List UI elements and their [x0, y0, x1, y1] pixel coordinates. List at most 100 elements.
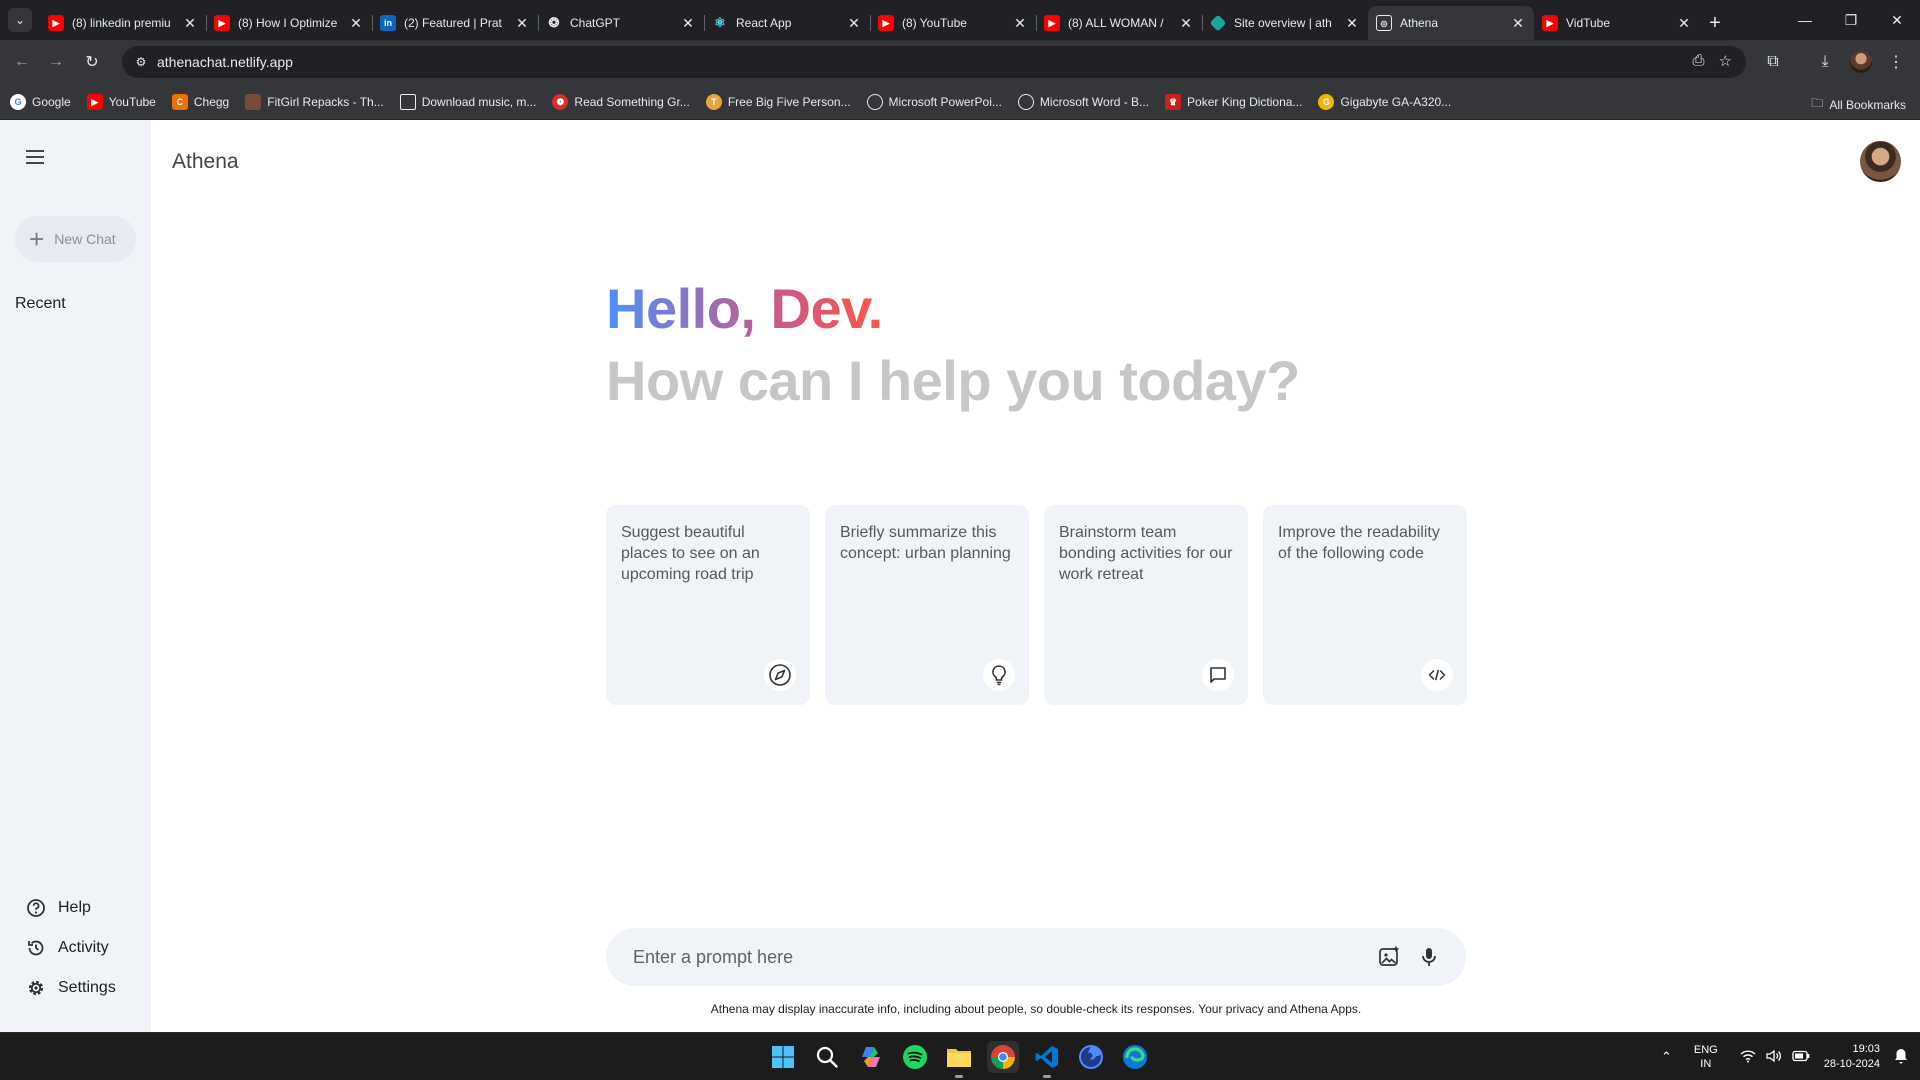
window-controls: — ❐ ✕ — [1782, 0, 1920, 40]
os-taskbar: ⌃ ENG IN 19:03 28-10-2024 — [0, 1032, 1920, 1080]
bookmark-powerpoint[interactable]: Microsoft PowerPoi... — [866, 94, 1002, 110]
bookmark-read-something[interactable]: ❁ Read Something Gr... — [552, 94, 690, 110]
close-tab-icon[interactable]: ✕ — [348, 15, 364, 32]
battery-icon[interactable] — [1792, 1050, 1810, 1065]
address-bar[interactable]: ⚙ athenachat.netlify.app ⎙ ☆ — [122, 46, 1746, 78]
browser-tab[interactable]: ▶ VidTube ✕ — [1534, 6, 1700, 40]
youtube-icon: ▶ — [214, 15, 230, 31]
folder-icon: 🗀 — [1811, 96, 1824, 110]
greeting: Hello, Dev. — [606, 277, 883, 340]
gigabyte-icon: G — [1318, 94, 1335, 110]
bookmark-poker-king[interactable]: ♛ Poker King Dictiona... — [1165, 94, 1302, 110]
bookmark-chegg[interactable]: C Chegg — [171, 94, 229, 110]
close-tab-icon[interactable]: ✕ — [680, 15, 696, 32]
menu-icon[interactable] — [22, 144, 48, 170]
edge-icon[interactable] — [1119, 1041, 1151, 1073]
microphone-icon[interactable] — [1416, 944, 1442, 970]
copilot-icon[interactable] — [855, 1041, 887, 1073]
bookmarks-bar: G Google ▶ YouTube C Chegg FitGirl Repacks … — [0, 84, 1920, 120]
profile-avatar[interactable] — [1850, 51, 1872, 73]
image-upload-icon[interactable] — [1376, 944, 1402, 970]
user-avatar[interactable] — [1860, 141, 1901, 182]
sidebar-item-help[interactable]: Help — [26, 896, 116, 920]
browser-tab-active[interactable]: ◎ Athena ✕ — [1368, 6, 1534, 40]
vscode-icon[interactable] — [1031, 1041, 1063, 1078]
browser-tab[interactable]: ▶ (8) ALL WOMAN / ✕ — [1036, 6, 1202, 40]
settings-icon — [28, 980, 44, 996]
spotify-icon[interactable] — [899, 1041, 931, 1073]
bookmark-google[interactable]: G Google — [10, 94, 71, 110]
new-chat-button[interactable]: + New Chat — [15, 216, 136, 262]
downloads-icon[interactable]: ⤓ — [1813, 50, 1837, 74]
restore-icon[interactable]: ❐ — [1828, 0, 1874, 40]
all-bookmarks-button[interactable]: 🗀 All Bookmarks — [1811, 94, 1906, 115]
youtube-icon: ▶ — [1044, 15, 1060, 31]
search-icon[interactable] — [811, 1041, 843, 1073]
message-icon — [1202, 659, 1234, 691]
chevron-up-icon[interactable]: ⌃ — [1661, 1049, 1672, 1065]
bookmark-star-icon[interactable]: ☆ — [1719, 52, 1732, 70]
reload-icon[interactable]: ↻ — [80, 50, 104, 74]
athena-page: + New Chat Recent Help Activity Settings… — [0, 120, 1920, 1032]
browser-tab[interactable]: ▶ (8) linkedin premiu ✕ — [40, 6, 206, 40]
extensions-icon[interactable]: ⧉ — [1761, 50, 1785, 74]
firefox-icon[interactable] — [1075, 1041, 1107, 1073]
browser-tab[interactable]: ❂ ChatGPT ✕ — [538, 6, 704, 40]
site-info-icon[interactable]: ⚙ — [132, 53, 150, 71]
start-icon[interactable] — [767, 1041, 799, 1073]
browser-tab[interactable]: Site overview | ath ✕ — [1202, 6, 1368, 40]
close-tab-icon[interactable]: ✕ — [846, 15, 862, 32]
language-indicator[interactable]: ENG IN — [1694, 1043, 1718, 1071]
install-app-icon[interactable]: ⎙ — [1693, 52, 1705, 70]
bookmark-word[interactable]: Microsoft Word - B... — [1017, 94, 1149, 110]
bookmark-big-five[interactable]: T Free Big Five Person... — [705, 94, 851, 110]
url-text[interactable]: athenachat.netlify.app — [157, 54, 293, 70]
suggestion-card-urban-planning[interactable]: Briefly summarize this concept: urban pl… — [825, 505, 1029, 705]
suggestion-card-code[interactable]: Improve the readability of the following… — [1263, 505, 1467, 705]
close-tab-icon[interactable]: ✕ — [1178, 15, 1194, 32]
browser-tab[interactable]: ▶ (8) How I Optimize ✕ — [206, 6, 372, 40]
chatgpt-icon: ❂ — [548, 15, 560, 30]
close-tab-icon[interactable]: ✕ — [182, 15, 198, 32]
close-tab-icon[interactable]: ✕ — [1676, 15, 1692, 32]
chrome-icon[interactable] — [987, 1041, 1019, 1073]
close-window-icon[interactable]: ✕ — [1874, 0, 1920, 40]
browser-tab[interactable]: ⚛ React App ✕ — [704, 6, 870, 40]
code-icon — [1421, 659, 1453, 691]
suggestion-card-road-trip[interactable]: Suggest beautiful places to see on an up… — [606, 505, 810, 705]
bookmark-youtube[interactable]: ▶ YouTube — [86, 94, 156, 110]
notification-bell-icon[interactable] — [1894, 1048, 1908, 1067]
fitgirl-icon — [245, 94, 262, 110]
athena-icon: ◎ — [1376, 15, 1392, 31]
close-tab-icon[interactable]: ✕ — [1344, 15, 1360, 32]
music-icon — [399, 94, 416, 110]
recent-heading: Recent — [15, 295, 66, 312]
suggestion-cards: Suggest beautiful places to see on an up… — [606, 505, 1467, 705]
close-tab-icon[interactable]: ✕ — [514, 15, 530, 32]
sidebar-item-settings[interactable]: Settings — [26, 976, 116, 1000]
close-tab-icon[interactable]: ✕ — [1510, 15, 1526, 32]
file-explorer-icon[interactable] — [943, 1041, 975, 1078]
bookmark-gigabyte[interactable]: G Gigabyte GA-A320... — [1318, 94, 1451, 110]
back-icon[interactable]: ← — [10, 50, 34, 74]
forward-icon[interactable]: → — [44, 50, 68, 74]
volume-icon[interactable] — [1766, 1049, 1782, 1066]
browser-menu-icon[interactable]: ⋮ — [1884, 50, 1908, 74]
help-icon — [27, 899, 45, 917]
bookmark-download-music[interactable]: Download music, m... — [399, 94, 536, 110]
browser-tab[interactable]: in (2) Featured | Prat ✕ — [372, 6, 538, 40]
sidebar-item-activity[interactable]: Activity — [26, 936, 116, 960]
app-title: Athena — [172, 150, 239, 173]
clock[interactable]: 19:03 28-10-2024 — [1824, 1042, 1880, 1072]
wifi-icon[interactable] — [1740, 1049, 1756, 1066]
taskbar-apps — [767, 1041, 1151, 1078]
prompt-input[interactable] — [633, 944, 1313, 970]
new-tab-button[interactable]: + — [1700, 6, 1730, 40]
suggestion-card-team-bonding[interactable]: Brainstorm team bonding activities for o… — [1044, 505, 1248, 705]
bookmark-fitgirl[interactable]: FitGirl Repacks - Th... — [245, 94, 384, 110]
browser-tab[interactable]: ▶ (8) YouTube ✕ — [870, 6, 1036, 40]
tab-search-button[interactable]: ⌄ — [8, 8, 32, 32]
close-tab-icon[interactable]: ✕ — [1012, 15, 1028, 32]
minimize-icon[interactable]: — — [1782, 0, 1828, 40]
tab-list: ▶ (8) linkedin premiu ✕ ▶ (8) How I Optimiz… — [40, 6, 1730, 40]
